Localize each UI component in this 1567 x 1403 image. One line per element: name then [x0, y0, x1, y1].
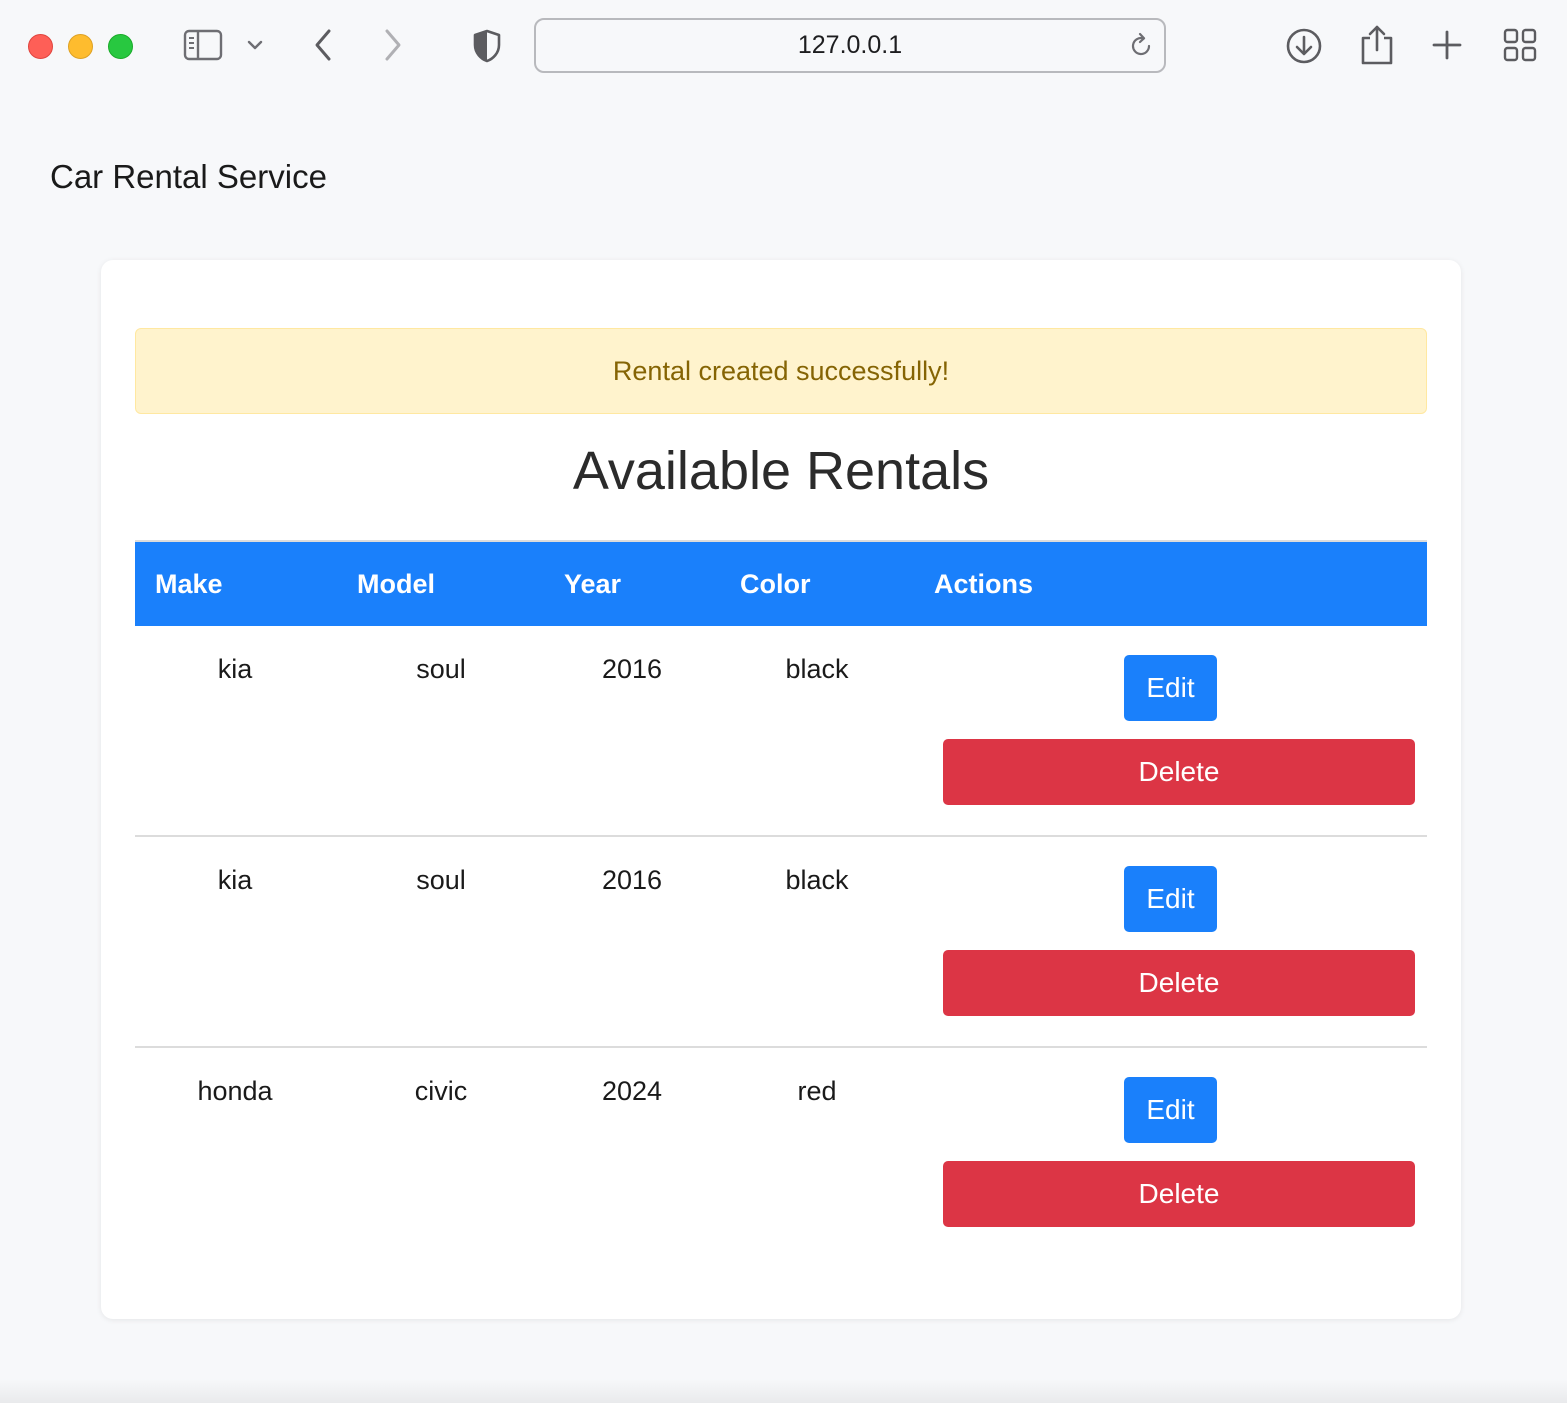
rentals-table: Make Model Year Color Actions kia soul 2… — [135, 540, 1427, 1259]
table-row: kia soul 2016 black Edit Delete — [135, 626, 1427, 837]
cell-make: kia — [217, 865, 253, 895]
cell-year: 2016 — [601, 654, 663, 684]
cell-year: 2016 — [601, 865, 663, 895]
delete-button[interactable]: Delete — [943, 950, 1415, 1016]
edit-button[interactable]: Edit — [1124, 866, 1217, 932]
table-row: honda civic 2024 red Edit Delete — [135, 1048, 1427, 1259]
window-minimize-button[interactable] — [68, 34, 93, 59]
share-icon[interactable] — [1360, 24, 1394, 66]
cell-model: soul — [416, 865, 466, 895]
app-brand[interactable]: Car Rental Service — [50, 158, 327, 196]
window-close-button[interactable] — [28, 34, 53, 59]
delete-button[interactable]: Delete — [943, 1161, 1415, 1227]
column-header-actions: Actions — [934, 568, 1034, 599]
cell-color: black — [785, 865, 849, 895]
cell-make: honda — [197, 1076, 273, 1106]
address-bar[interactable]: 127.0.0.1 — [534, 18, 1166, 73]
cell-color: black — [785, 654, 849, 684]
forward-arrow-icon[interactable] — [380, 27, 406, 63]
cell-color: red — [797, 1076, 837, 1106]
window-bottom-edge — [0, 1379, 1567, 1403]
column-header-model: Model — [357, 568, 435, 599]
column-header-year: Year — [564, 568, 622, 599]
browser-toolbar: 127.0.0.1 — [0, 0, 1567, 94]
new-tab-plus-icon[interactable] — [1432, 30, 1462, 60]
cell-model: soul — [416, 654, 466, 684]
column-header-make: Make — [155, 568, 223, 599]
privacy-shield-icon[interactable] — [472, 28, 502, 64]
tab-overview-icon[interactable] — [1503, 28, 1537, 62]
cell-model: civic — [414, 1076, 468, 1106]
url-text: 127.0.0.1 — [797, 31, 903, 59]
table-row: kia soul 2016 black Edit Delete — [135, 837, 1427, 1048]
column-header-color: Color — [740, 568, 811, 599]
edit-button[interactable]: Edit — [1124, 655, 1217, 721]
cell-year: 2024 — [601, 1076, 663, 1106]
chevron-down-icon[interactable] — [246, 38, 264, 52]
cell-make: kia — [217, 654, 253, 684]
delete-button[interactable]: Delete — [943, 739, 1415, 805]
download-icon[interactable] — [1285, 27, 1323, 65]
sidebar-toggle-icon[interactable] — [183, 29, 223, 61]
back-arrow-icon[interactable] — [310, 27, 336, 63]
main-card: Rental created successfully! Available R… — [101, 260, 1461, 1319]
edit-button[interactable]: Edit — [1124, 1077, 1217, 1143]
window-maximize-button[interactable] — [108, 34, 133, 59]
table-header: Make Model Year Color Actions — [135, 540, 1427, 626]
reload-icon[interactable] — [1128, 32, 1154, 65]
success-alert: Rental created successfully! — [135, 328, 1427, 414]
page-title: Available Rentals — [572, 441, 990, 501]
